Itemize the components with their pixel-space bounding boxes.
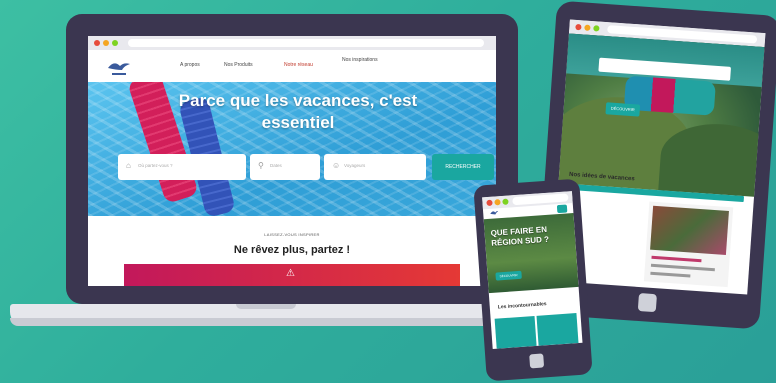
card-text-line [650,271,691,278]
phone-home-button[interactable] [529,353,545,369]
bird-logo-icon[interactable] [106,58,132,78]
tablet-offer-card[interactable] [643,201,734,288]
phone-discover-button[interactable]: DÉCOUVRIR [495,270,522,281]
phone-section-text: Les incontournables [497,301,547,311]
travelers-input[interactable]: ☺ Voyageurs [324,154,426,180]
laptop-notch [236,304,296,309]
section-kicker: LAISSEZ-VOUS INSPIRER [264,232,320,237]
phone-tile[interactable] [494,315,537,349]
tablet-hero-image: DÉCOUVRIR [551,33,766,199]
address-bar[interactable] [512,193,569,206]
laptop-screen: A propos Nos Produits Notre réseau Nos i… [88,36,496,286]
nav-link-network[interactable]: Notre réseau [284,62,313,68]
minimize-dot-icon[interactable] [494,199,501,206]
section-title: Ne rêvez plus, partez ! [233,244,351,256]
laptop-base-edge [10,318,522,326]
nav-link-inspirations[interactable]: Nos inspirations [342,57,382,63]
menu-icon[interactable] [556,204,568,214]
offer-photo [650,205,729,255]
home-icon: ⌂ [126,161,131,170]
phone-tile[interactable] [536,313,579,346]
hero-title: Parce que les vacances, c'est essentiel [178,91,418,132]
nav-link-products[interactable]: Nos Produits [224,62,253,68]
bird-logo-icon[interactable] [489,209,500,218]
minimize-dot-icon[interactable] [584,24,591,31]
people-icon: ☺ [332,161,341,170]
tablet-discover-button[interactable]: DÉCOUVRIR [605,102,641,117]
nav-link-about[interactable]: A propos [180,62,200,68]
minimize-dot-icon[interactable] [103,40,109,46]
phone-frame: QUE FAIRE EN RÉGION SUD ? DÉCOUVRIR Les … [473,178,593,382]
tablet-home-button[interactable] [637,292,657,313]
travelers-placeholder: Voyageurs [344,163,366,168]
card-price-line [651,255,702,263]
maximize-dot-icon[interactable] [502,198,509,205]
maximize-dot-icon[interactable] [112,40,118,46]
search-button[interactable]: RECHERCHER [432,154,494,180]
maximize-dot-icon[interactable] [593,25,600,32]
location-pin-icon: ⚲ [258,161,264,170]
dates-placeholder: Dates [270,163,282,168]
site-navbar: A propos Nos Produits Notre réseau Nos i… [88,50,496,82]
browser-toolbar [88,36,496,50]
destination-placeholder: Où partez-vous ? [138,163,173,168]
phone-hero-title: QUE FAIRE EN RÉGION SUD ? [490,224,550,248]
close-dot-icon[interactable] [575,23,582,31]
warning-icon: ⚠ [286,268,295,279]
phone-hero-image: QUE FAIRE EN RÉGION SUD ? DÉCOUVRIR [483,213,579,294]
promo-banner[interactable]: ⚠ [124,264,460,286]
phone-screen: QUE FAIRE EN RÉGION SUD ? DÉCOUVRIR Les … [482,191,583,349]
close-dot-icon[interactable] [486,199,493,207]
hero-banner: Parce que les vacances, c'est essentiel [88,82,496,216]
dates-input[interactable]: ⚲ Dates [250,154,320,180]
close-dot-icon[interactable] [94,40,100,46]
destination-input[interactable]: ⌂ Où partez-vous ? [118,154,246,180]
address-bar[interactable] [128,39,484,47]
card-text-line [650,263,715,272]
